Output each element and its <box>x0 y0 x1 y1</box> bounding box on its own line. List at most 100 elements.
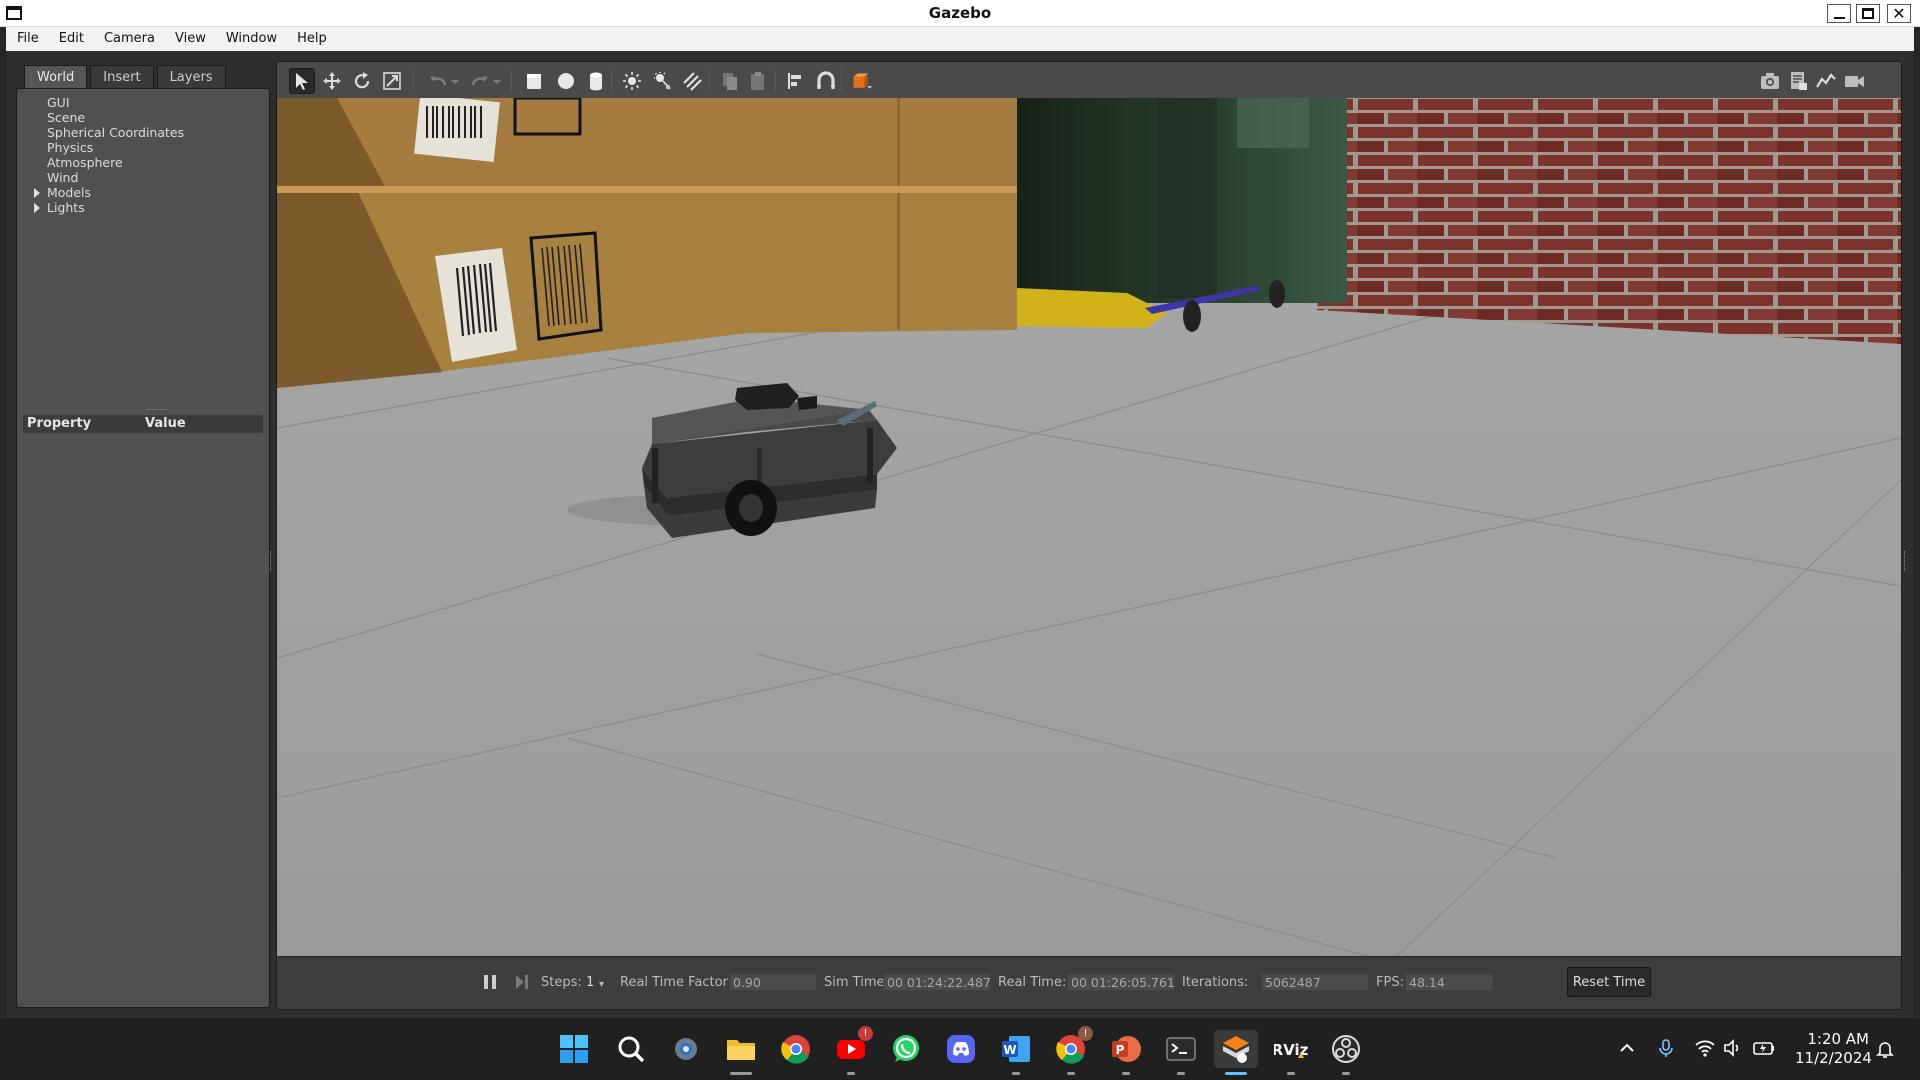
chevron-up-icon <box>1620 1043 1634 1052</box>
snap-icon <box>817 71 835 89</box>
gazebo-window: File Edit Camera View Window Help World … <box>0 27 1920 1041</box>
running-indicator <box>847 1072 855 1075</box>
sim-time-label: Sim Time: <box>824 975 889 990</box>
discord-app[interactable] <box>942 1030 980 1068</box>
system-clock[interactable]: 1:20 AM 11/2/2024 <box>1795 1030 1872 1068</box>
whatsapp-app[interactable] <box>887 1030 925 1068</box>
start-button[interactable] <box>555 1030 593 1068</box>
steps-dropdown-icon[interactable]: ▾ <box>599 979 604 990</box>
menu-window[interactable]: Window <box>215 27 286 51</box>
real-time-field: 00 01:26:05.761 <box>1067 973 1175 991</box>
screenshot-button[interactable] <box>1757 68 1783 94</box>
redo-dropdown[interactable] <box>491 68 503 94</box>
paste-button[interactable] <box>745 68 771 94</box>
powerpoint-app[interactable]: P <box>1107 1030 1145 1075</box>
battery-tray[interactable] <box>1752 1038 1776 1062</box>
3d-viewport[interactable] <box>277 98 1901 956</box>
spot-light-button[interactable] <box>649 68 675 94</box>
rotate-mode-button[interactable] <box>349 68 375 94</box>
plot-button[interactable] <box>1813 68 1839 94</box>
sphere-shape-button[interactable] <box>553 68 579 94</box>
youtube-app[interactable]: ! <box>832 1026 873 1075</box>
menu-edit[interactable]: Edit <box>48 27 93 51</box>
volume-tray[interactable] <box>1722 1038 1742 1062</box>
tab-world[interactable]: World <box>24 65 88 89</box>
render-frame: Steps: 1 ▾ Real Time Factor: 0.90 Sim Ti… <box>276 61 1902 1010</box>
undo-dropdown[interactable] <box>449 68 461 94</box>
microphone-tray[interactable] <box>1656 1038 1676 1062</box>
tree-item-label: GUI <box>47 95 70 110</box>
volume-icon <box>1724 1039 1739 1057</box>
tree-item-scene[interactable]: Scene <box>31 110 184 125</box>
chrome-profile-app[interactable]: ! <box>1052 1026 1093 1075</box>
tab-insert[interactable]: Insert <box>90 65 154 89</box>
pause-button[interactable] <box>477 969 503 995</box>
close-button[interactable]: ✕ <box>1887 4 1911 23</box>
undo-button[interactable] <box>425 68 451 94</box>
search-button[interactable] <box>612 1030 650 1068</box>
iterations-label: Iterations: <box>1182 975 1249 990</box>
align-icon <box>788 73 801 89</box>
tree-item-spherical-coordinates[interactable]: Spherical Coordinates <box>31 125 184 140</box>
menu-help[interactable]: Help <box>286 27 336 51</box>
tree-item-atmosphere[interactable]: Atmosphere <box>31 155 184 170</box>
settings-app[interactable] <box>667 1030 705 1068</box>
translate-mode-icon <box>323 72 341 90</box>
box-shape-button[interactable] <box>521 68 547 94</box>
fps-field: 48.14 <box>1405 973 1493 991</box>
world-tree: GUI Scene Spherical Coordinates Physics … <box>31 95 184 215</box>
word-app[interactable]: W <box>997 1030 1035 1075</box>
rviz-app[interactable]: RViz <box>1272 1030 1310 1075</box>
panel-splitter-handle[interactable] <box>147 409 167 412</box>
menu-camera[interactable]: Camera <box>93 27 164 51</box>
terminal-app[interactable] <box>1162 1030 1200 1075</box>
gazebo-app[interactable] <box>1214 1030 1258 1075</box>
chrome-app[interactable] <box>777 1030 815 1068</box>
toolbar-separator <box>709 70 710 92</box>
tree-item-lights[interactable]: Lights <box>31 200 184 215</box>
file-explorer-app[interactable] <box>722 1030 760 1075</box>
terminal-icon <box>1166 1037 1196 1061</box>
step-button[interactable] <box>509 969 535 995</box>
select-mode-button[interactable] <box>289 68 315 94</box>
menu-file[interactable]: File <box>6 27 48 51</box>
video-record-button[interactable] <box>1841 68 1867 94</box>
change-view-icon <box>853 73 873 89</box>
cylinder-shape-button[interactable] <box>583 68 609 94</box>
obs-app[interactable] <box>1327 1030 1365 1075</box>
tree-item-wind[interactable]: Wind <box>31 170 184 185</box>
change-view-button[interactable] <box>847 68 877 94</box>
clock-time: 1:20 AM <box>1807 1030 1869 1048</box>
video-record-icon <box>1845 76 1864 87</box>
align-button[interactable] <box>783 68 809 94</box>
point-light-button[interactable] <box>619 68 645 94</box>
microphone-icon <box>1659 1039 1673 1057</box>
copy-button[interactable] <box>717 68 743 94</box>
tray-overflow-button[interactable] <box>1617 1038 1637 1062</box>
redo-button[interactable] <box>467 68 493 94</box>
notifications-button[interactable] <box>1875 1039 1895 1063</box>
right-splitter-handle[interactable] <box>1904 551 1907 571</box>
translate-mode-button[interactable] <box>319 68 345 94</box>
minimize-button[interactable] <box>1827 4 1851 23</box>
obs-icon <box>1332 1035 1360 1063</box>
copy-icon <box>723 73 737 90</box>
steps-value[interactable]: 1 <box>586 975 594 990</box>
maximize-button[interactable] <box>1856 4 1880 23</box>
active-indicator <box>1225 1072 1247 1075</box>
left-splitter-handle[interactable] <box>270 551 273 571</box>
tree-item-gui[interactable]: GUI <box>31 95 184 110</box>
reset-time-button[interactable]: Reset Time <box>1567 967 1651 997</box>
expand-arrow-icon[interactable] <box>34 188 40 198</box>
tab-layers[interactable]: Layers <box>156 65 226 89</box>
wifi-tray[interactable] <box>1694 1038 1716 1062</box>
log-button[interactable] <box>1785 68 1811 94</box>
tree-item-physics[interactable]: Physics <box>31 140 184 155</box>
scale-mode-button[interactable] <box>379 68 405 94</box>
snap-button[interactable] <box>813 68 839 94</box>
menu-view[interactable]: View <box>164 27 215 51</box>
tree-item-models[interactable]: Models <box>31 185 184 200</box>
svg-text:W: W <box>1003 1043 1016 1057</box>
directional-light-button[interactable] <box>679 68 705 94</box>
expand-arrow-icon[interactable] <box>34 203 40 213</box>
